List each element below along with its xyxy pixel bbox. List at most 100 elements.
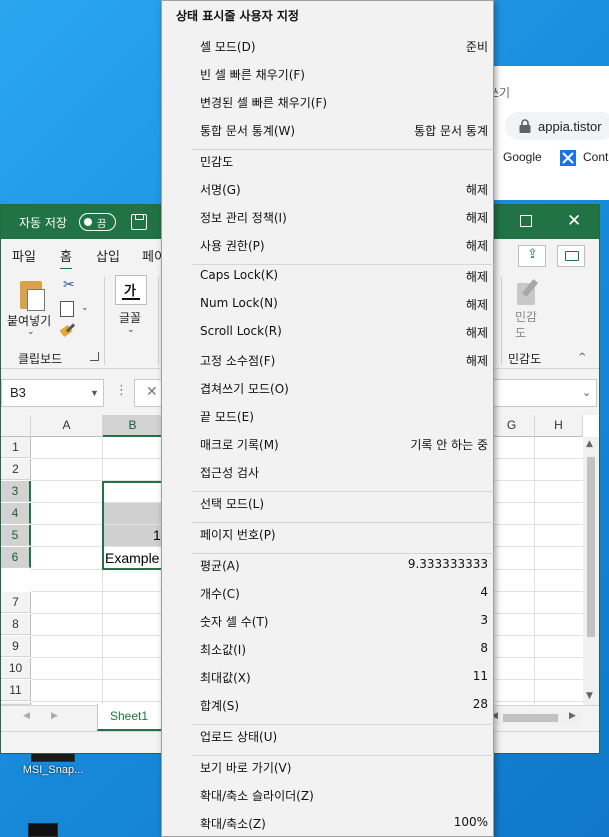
menu-item[interactable]: 겹쳐쓰기 모드(O) [200,380,289,397]
menu-item-value: 기록 안 하는 중 [410,438,488,452]
formula-input[interactable]: ⌄ [489,379,597,407]
menu-item[interactable]: 확대/축소 슬라이더(Z) [200,787,314,804]
scroll-right-icon[interactable]: ▶ [569,711,576,721]
menu-item[interactable]: 선택 모드(L) [200,495,264,512]
grid-line [534,437,535,705]
row-header[interactable]: 2 [1,459,31,480]
chevron-down-icon[interactable]: ⌄ [27,327,35,337]
vertical-scrollbar[interactable]: ▲ ▼ [583,437,599,705]
next-sheet-icon[interactable]: ▶ [51,711,58,721]
chevron-down-icon[interactable]: ⌄ [582,386,591,399]
cancel-entry-button[interactable]: ✕ [134,379,164,407]
column-header-a[interactable]: A [31,415,103,437]
menu-separator [192,755,494,756]
menu-item[interactable]: 빈 셀 빠른 채우기(F) [200,66,305,83]
status-bar-context-menu: 상태 표시줄 사용자 지정 셀 모드(D) 준비 빈 셀 빠른 채우기(F) 변경된 … [161,0,494,837]
chevron-down-icon[interactable]: ⌄ [127,325,135,335]
font-group-label[interactable]: 글꼴 [119,309,141,326]
menu-item[interactable]: 페이지 번호(P) [200,526,276,543]
menu-item[interactable]: 사용 권한(P) [200,237,265,254]
menu-item[interactable]: 업로드 상태(U) [200,728,277,745]
chevron-down-icon[interactable]: ▼ [90,388,99,398]
bookmark-second[interactable]: Cont [583,150,608,164]
menu-item[interactable]: 합계(S) [200,697,239,714]
menu-item[interactable]: 변경된 셀 빠른 채우기(F) [200,94,327,111]
menu-item[interactable]: Num Lock(N) [200,296,278,310]
scroll-up-icon[interactable]: ▲ [586,439,593,449]
dialog-launcher-icon[interactable] [90,352,99,361]
font-button[interactable]: 가 [115,275,147,305]
row-header[interactable]: 7 [1,592,31,613]
menu-item[interactable]: 보기 바로 가기(V) [200,759,291,776]
column-header-h[interactable]: H [535,415,583,437]
save-icon[interactable] [131,214,147,230]
scroll-down-icon[interactable]: ▼ [586,691,593,701]
row-header[interactable]: 8 [1,614,31,635]
menu-item[interactable]: 확대/축소(Z) [200,815,266,832]
close-icon[interactable]: ✕ [567,210,581,232]
menu-item[interactable]: 셀 모드(D) [200,38,256,55]
menu-separator [192,522,494,523]
tab-insert[interactable]: 삽입 [96,246,120,265]
menu-item[interactable]: 고정 소수점(F) [200,352,275,369]
menu-item-value: 8 [480,641,488,655]
row-header[interactable]: 5 [1,525,31,546]
menu-item[interactable]: 개수(C) [200,585,240,602]
menu-item[interactable]: 평균(A) [200,557,240,574]
name-box[interactable]: B3 ▼ [1,379,104,407]
menu-item-value: 해제 [465,298,488,312]
menu-item[interactable]: 매크로 기록(M) [200,436,279,453]
tab-file[interactable]: 파일 [12,246,36,265]
copy-icon[interactable] [60,301,74,317]
select-all-corner[interactable] [1,415,31,437]
address-url[interactable]: appia.tistor [538,119,602,134]
maximize-button[interactable] [520,215,532,227]
menu-item[interactable]: 통합 문서 통계(W) [200,122,295,139]
comments-button[interactable] [557,245,585,267]
sensitivity-button-label-2[interactable]: 도 [515,324,526,341]
menu-separator [192,491,494,492]
menu-item[interactable]: 민감도 [200,153,233,170]
desktop-shortcut-label: MSI_Snap... [22,764,84,776]
menu-item[interactable]: Caps Lock(K) [200,268,278,282]
desktop-shortcut-thumbnail-icon[interactable] [28,823,58,837]
column-header-g[interactable]: G [489,415,535,437]
chevron-down-icon[interactable]: ⌄ [81,303,89,313]
menu-item[interactable]: 정보 관리 정책(I) [200,209,287,226]
row-header[interactable]: 9 [1,636,31,657]
row-header[interactable]: 4 [1,503,31,524]
horizontal-scrollbar[interactable]: ◀ ▶ [489,711,581,725]
paste-icon[interactable] [17,277,47,313]
share-button[interactable] [518,245,546,267]
scroll-thumb[interactable] [587,457,595,637]
row-header[interactable]: 3 [1,481,31,502]
scissors-icon[interactable]: ✂ [63,277,75,293]
menu-item-value: 11 [472,669,488,683]
column-header-b[interactable]: B [103,415,163,437]
menu-separator [192,149,494,150]
autosave-toggle[interactable]: 끔 [79,213,116,231]
menu-item-value: 통합 문서 통계 [414,124,488,138]
menu-item[interactable]: 숫자 셀 수(T) [200,613,268,630]
collapse-ribbon-icon[interactable]: ^ [578,352,586,363]
previous-sheet-icon[interactable]: ◀ [23,711,30,721]
menu-item[interactable]: Scroll Lock(R) [200,324,282,338]
scroll-thumb[interactable] [503,714,558,722]
bookmark-google[interactable]: Google [503,150,542,164]
row-header[interactable]: 11 [1,680,31,701]
sheet-tab-sheet1[interactable]: Sheet1 [97,704,163,731]
menu-item[interactable]: 최대값(X) [200,669,251,686]
tab-home[interactable]: 홈 [60,246,72,270]
more-icon[interactable]: ⋮ [115,383,128,398]
row-header[interactable]: 1 [1,437,31,458]
format-painter-icon[interactable] [61,323,79,337]
row-header[interactable]: 10 [1,658,31,679]
sensitivity-button-label[interactable]: 민감 [515,308,537,325]
menu-item[interactable]: 끝 모드(E) [200,408,254,425]
menu-item[interactable]: 서명(G) [200,181,241,198]
font-glyph: 가 [124,284,136,299]
row-header[interactable]: 6 [1,547,31,568]
menu-item[interactable]: 최소값(I) [200,641,246,658]
menu-item[interactable]: 접근성 검사 [200,464,259,481]
sensitivity-icon[interactable] [515,277,543,307]
